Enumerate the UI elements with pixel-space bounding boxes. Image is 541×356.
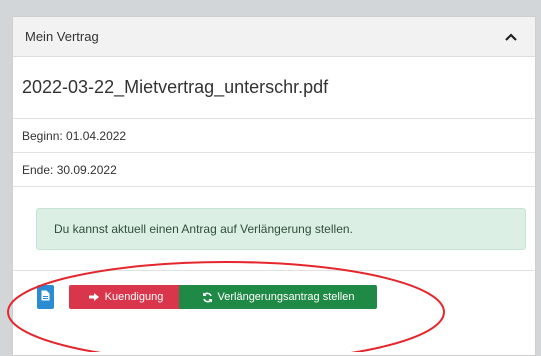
document-icon xyxy=(41,290,50,304)
kuendigung-button[interactable]: Kuendigung xyxy=(69,285,183,309)
contract-end: Ende: 30.09.2022 xyxy=(13,153,535,187)
verlaengerungsantrag-label: Verlängerungsantrag stellen xyxy=(217,291,355,303)
sign-out-icon xyxy=(88,292,100,302)
extension-alert: Du kannst aktuell einen Antrag auf Verlä… xyxy=(36,208,526,250)
chevron-up-icon[interactable] xyxy=(503,29,519,45)
card-footer: Kuendigung Verlängerungsantrag stellen xyxy=(13,271,535,331)
verlaengerungsantrag-button[interactable]: Verlängerungsantrag stellen xyxy=(179,285,377,309)
document-button[interactable] xyxy=(37,285,54,309)
contract-card: Mein Vertrag 2022-03-22_Mietvertrag_unte… xyxy=(12,16,536,356)
contract-filename[interactable]: 2022-03-22_Mietvertrag_unterschr.pdf xyxy=(13,57,535,119)
card-header[interactable]: Mein Vertrag xyxy=(13,17,535,57)
kuendigung-label: Kuendigung xyxy=(104,291,164,303)
contract-begin: Beginn: 01.04.2022 xyxy=(13,119,535,153)
refresh-icon xyxy=(202,292,213,303)
alert-section: Du kannst aktuell einen Antrag auf Verlä… xyxy=(13,187,535,271)
card-title: Mein Vertrag xyxy=(25,29,99,44)
